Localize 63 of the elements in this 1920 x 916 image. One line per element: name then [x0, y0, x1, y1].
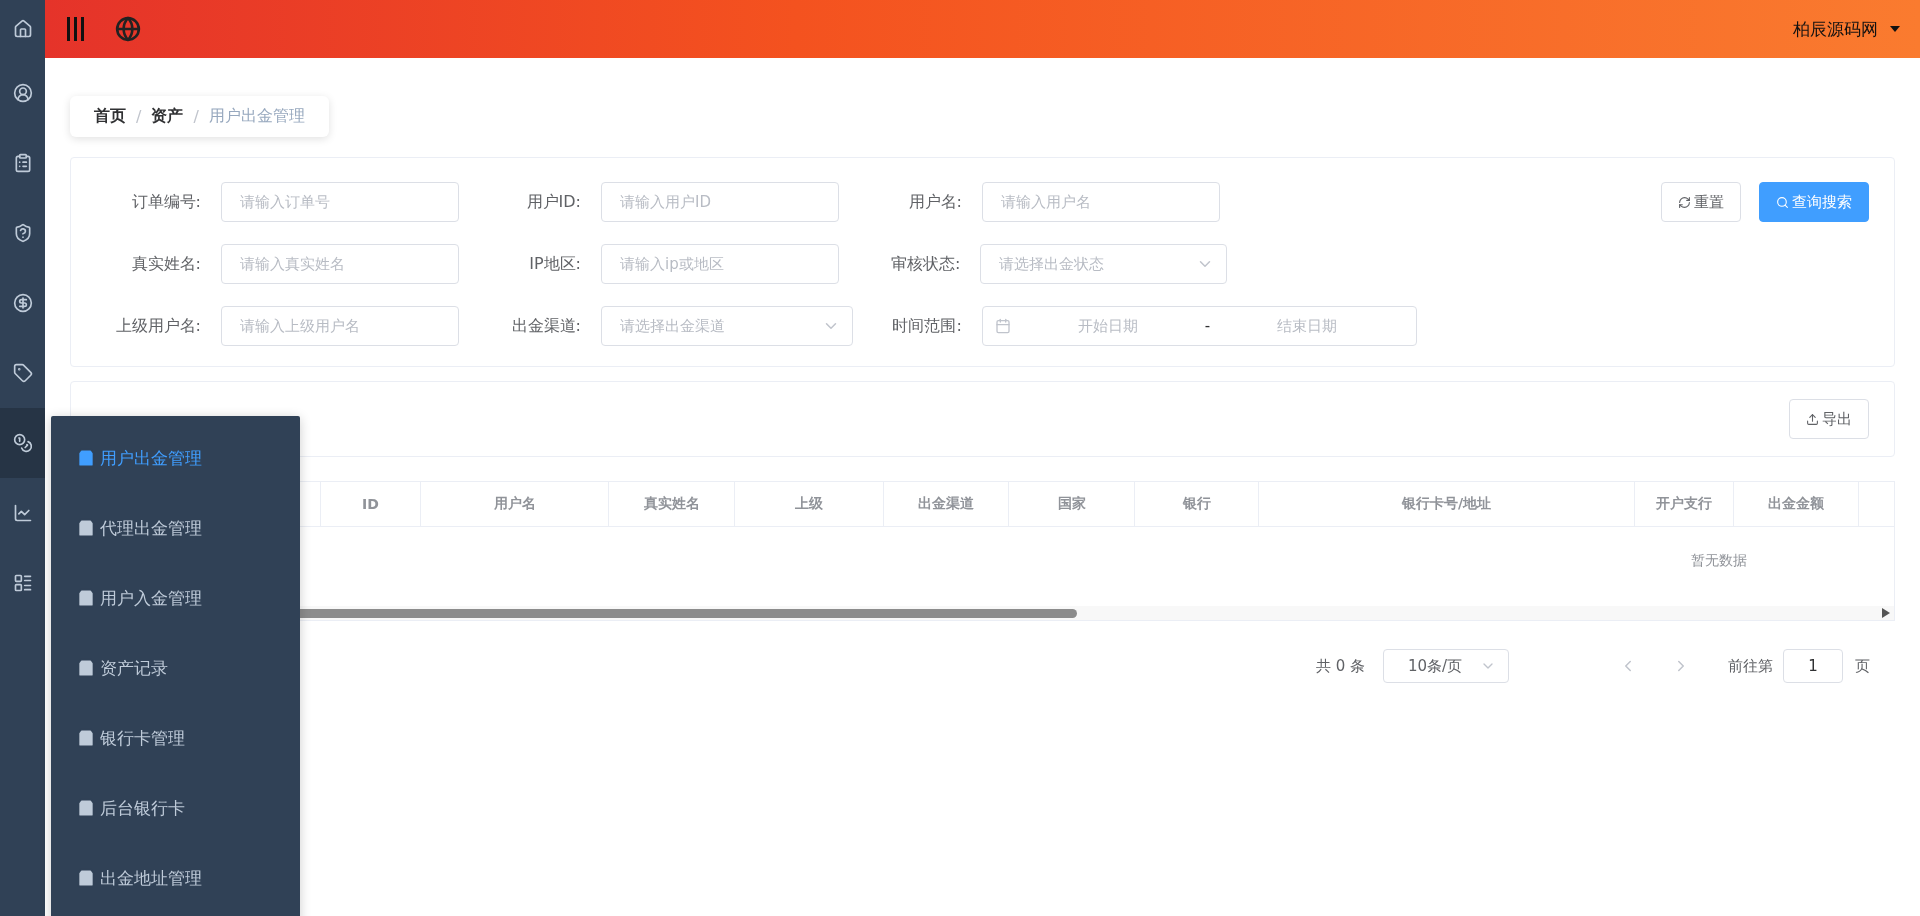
menu-item[interactable]: 资产记录 — [51, 633, 300, 703]
breadcrumb-item[interactable]: 资产 — [151, 106, 184, 127]
column-header: 国家 — [1009, 482, 1135, 526]
coin-icon — [12, 293, 33, 313]
input-field[interactable]: 请输入用户ID — [601, 182, 839, 222]
breadcrumb-separator: / — [193, 107, 199, 126]
menu-item[interactable]: 代理出金管理 — [51, 493, 300, 563]
column-header: 开户支行 — [1635, 482, 1734, 526]
refresh-icon — [1678, 195, 1691, 209]
column-header: 银行卡号/地址 — [1259, 482, 1635, 526]
field-label: 订单编号: — [130, 191, 202, 213]
breadcrumb-item: 用户出金管理 — [208, 106, 305, 127]
field-label: 用户ID: — [525, 191, 582, 213]
list-icon — [12, 573, 33, 593]
column-header: 银行 — [1135, 482, 1259, 526]
search-icon — [1776, 195, 1789, 209]
field-label: 出金渠道: — [510, 315, 582, 337]
menu-item[interactable]: 后台银行卡 — [51, 773, 300, 843]
reset-button[interactable]: 重置 — [1661, 182, 1741, 222]
breadcrumb-item[interactable]: 首页 — [94, 106, 126, 127]
goto-label: 前往第 — [1728, 656, 1773, 676]
field-label: 用户名: — [907, 191, 963, 213]
export-button[interactable]: 导出 — [1789, 399, 1869, 439]
input-field[interactable]: 请输入真实姓名 — [221, 244, 459, 284]
input-field[interactable]: 请输入ip或地区 — [601, 244, 839, 284]
menu-item[interactable]: 出金地址管理 — [51, 843, 300, 913]
user-name[interactable]: 柏辰源码网 — [1793, 17, 1878, 41]
caret-icon[interactable] — [1890, 26, 1900, 32]
menu-icon[interactable] — [65, 16, 85, 42]
breadcrumb-separator: / — [136, 107, 142, 126]
user-icon — [12, 83, 33, 103]
menu-item[interactable]: 银行卡管理 — [51, 703, 300, 773]
calendar-icon — [994, 318, 1011, 334]
coins-icon — [12, 433, 33, 453]
page-input[interactable]: 1 — [1783, 649, 1843, 683]
tag-icon — [12, 363, 33, 383]
upload-icon — [1806, 412, 1819, 426]
date-range-field[interactable]: 开始日期 - 结束日期 — [981, 306, 1417, 346]
input-field[interactable]: 请输入订单号 — [221, 182, 459, 222]
empty-message: 暂无数据 — [1691, 552, 1747, 570]
input-field[interactable]: 请输入上级用户名 — [221, 306, 459, 346]
column-header: 出金金额 — [1734, 482, 1859, 526]
field-label: 时间范围: — [891, 315, 963, 337]
field-label: 真实姓名: — [130, 253, 202, 275]
column-header: 出金渠道 — [884, 482, 1009, 526]
globe-icon[interactable] — [115, 16, 141, 42]
column-header: ID — [321, 482, 421, 526]
column-header: 用户名 — [421, 482, 609, 526]
page-size-select[interactable]: 10条/页 — [1383, 649, 1509, 683]
field-label: 审核状态: — [890, 253, 962, 275]
field-label: 上级用户名: — [114, 315, 202, 337]
menu-item[interactable]: 用户入金管理 — [51, 563, 300, 633]
sidebar-item[interactable] — [0, 408, 45, 478]
home-icon — [12, 19, 33, 39]
page-suffix: 页 — [1855, 656, 1870, 676]
input-field[interactable]: 请输入用户名 — [982, 182, 1220, 222]
total-count: 共 0 条 — [1315, 656, 1365, 676]
scroll-right-icon[interactable] — [1882, 608, 1890, 618]
field-label: IP地区: — [528, 253, 582, 275]
chart-icon — [12, 503, 33, 523]
menu-item[interactable]: 用户出金管理 — [51, 423, 300, 493]
column-header: 上级 — [735, 482, 884, 526]
column-header: 真实姓名 — [609, 482, 735, 526]
